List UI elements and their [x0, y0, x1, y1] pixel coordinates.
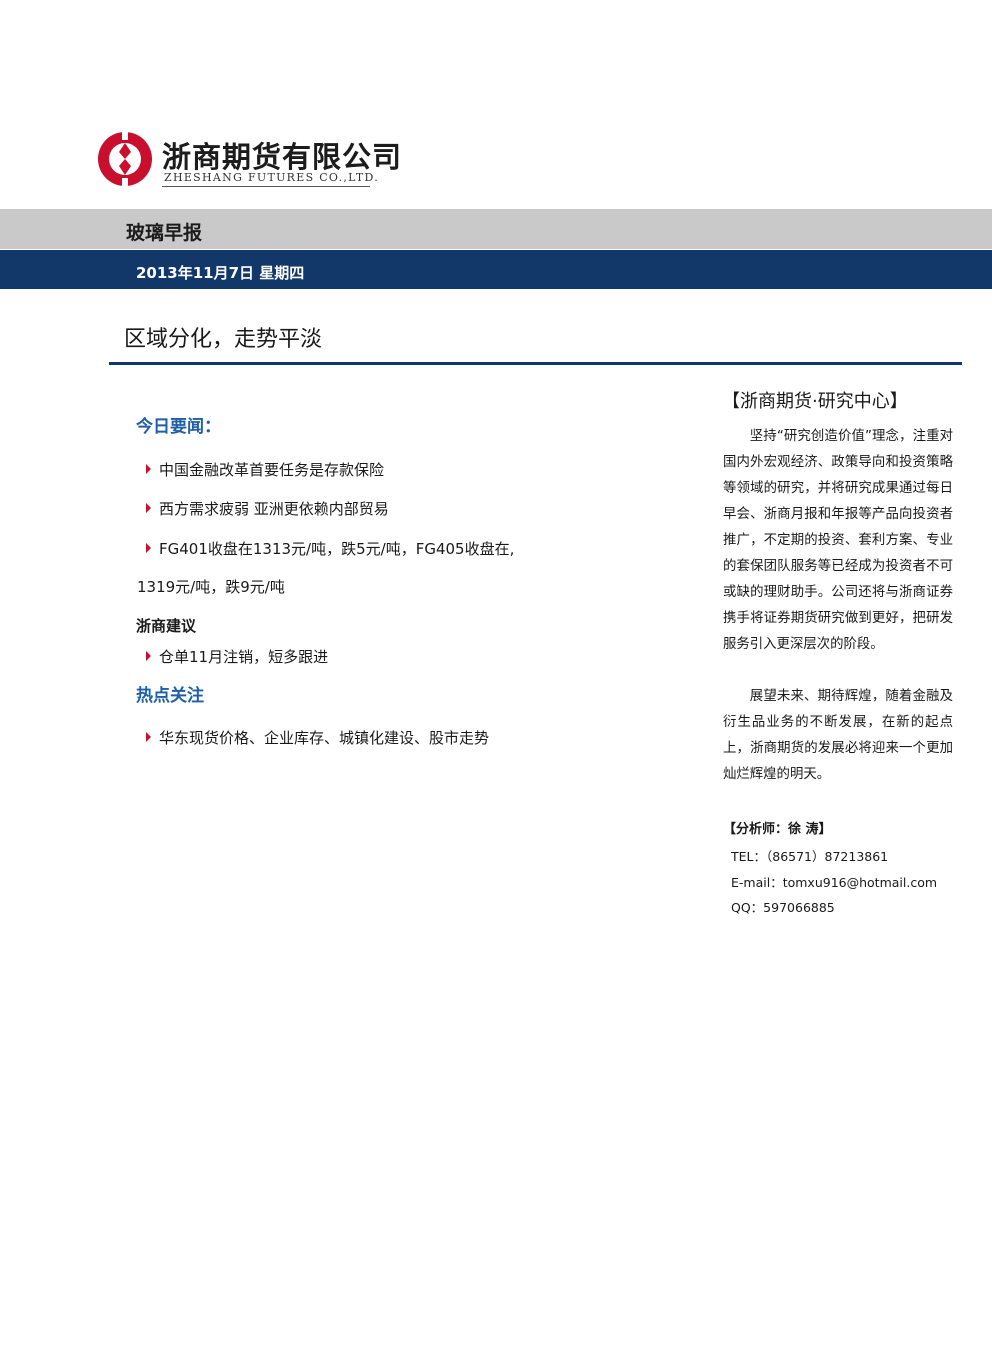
news-item: FG401收盘在1313元/吨，跌5元/吨，FG405收盘在, — [146, 538, 514, 559]
report-date: 2013年11月7日 星期四 — [136, 264, 305, 282]
analyst-name: 【分析师：徐 涛】 — [723, 822, 832, 837]
report-type-band: 玻璃早报 — [0, 209, 992, 249]
bullet-arrow-icon — [146, 503, 151, 513]
news-section-title: 今日要闻： — [136, 417, 221, 437]
focus-item: 华东现货价格、企业库存、城镇化建设、股市走势 — [146, 727, 489, 748]
bullet-arrow-icon — [146, 651, 151, 661]
company-logo: 浙商期货有限公司 ZHESHANG FUTURES CO.,LTD. — [96, 130, 401, 192]
analyst-qq: QQ：597066885 — [731, 900, 835, 915]
research-center-outlook: 展望未来、期待辉煌，随着金融及衍生品业务的不断发展，在新的起点上，浙商期货的发展… — [723, 689, 953, 782]
zheshang-logo-icon — [98, 130, 152, 188]
focus-section-title: 热点关注 — [136, 686, 204, 706]
report-headline: 区域分化，走势平淡 — [124, 327, 323, 352]
analyst-email[interactable]: E-mail：tomxu916@hotmail.com — [731, 872, 937, 891]
company-name-en: ZHESHANG FUTURES CO.,LTD. — [164, 171, 380, 184]
research-center-title: 【浙商期货·研究中心】 — [722, 391, 908, 412]
company-name-cn: 浙商期货有限公司 — [162, 140, 403, 174]
bullet-arrow-icon — [146, 464, 151, 474]
advice-section-title: 浙商建议 — [136, 617, 197, 635]
report-date-band: 2013年11月7日 星期四 — [0, 250, 992, 289]
research-center-intro: 坚持“研究创造价值”理念，注重对国内外宏观经济、政策导向和投资策略等领域的研究，… — [723, 429, 953, 652]
bullet-arrow-icon — [146, 543, 151, 553]
advice-item: 仓单11月注销，短多跟进 — [146, 646, 328, 667]
analyst-tel: TEL：（86571）87213861 — [731, 849, 889, 864]
bullet-arrow-icon — [146, 732, 151, 742]
news-item-continuation: 1319元/吨，跌9元/吨 — [137, 578, 285, 596]
news-item: 中国金融改革首要任务是存款保险 — [146, 459, 384, 480]
logo-divider — [162, 186, 370, 187]
report-type: 玻璃早报 — [126, 222, 203, 244]
headline-divider — [109, 362, 962, 365]
news-item: 西方需求疲弱 亚洲更依赖内部贸易 — [146, 498, 389, 519]
